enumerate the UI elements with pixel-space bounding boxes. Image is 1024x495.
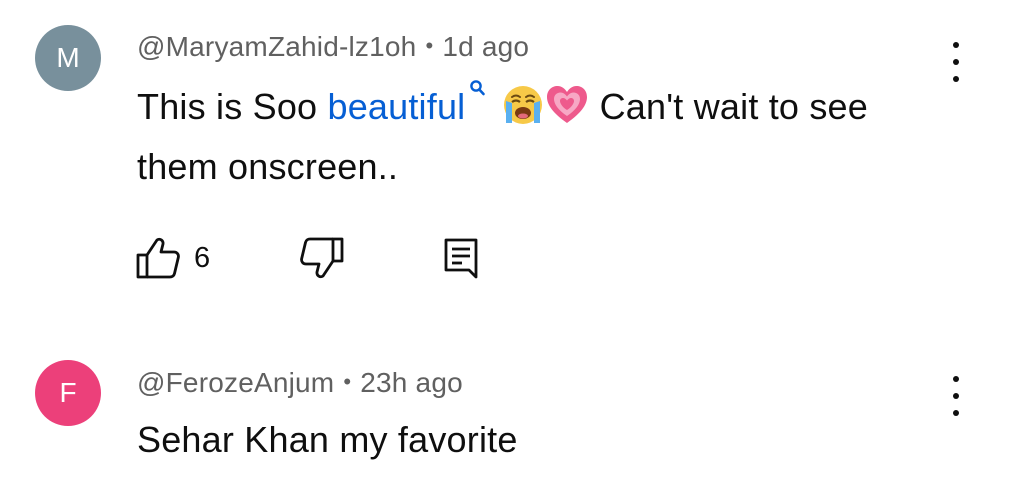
avatar[interactable]: F (35, 360, 101, 426)
reply-icon[interactable] (441, 236, 481, 280)
search-link[interactable]: beautiful (327, 86, 465, 127)
avatar-letter: F (59, 377, 77, 408)
avatar-letter: M (56, 42, 80, 73)
separator-dot: • (343, 369, 352, 394)
comment-text-part: Can't wait to see (589, 86, 869, 127)
comment-text-part: This is Soo (137, 86, 328, 127)
like-count: 6 (194, 242, 211, 274)
comment-text: This is Soo beautiful Can't wait to see t… (137, 77, 967, 197)
growing-heart-icon (547, 86, 588, 123)
author-name[interactable]: @MaryamZahid-lz1oh (137, 31, 416, 62)
avatar[interactable]: M (35, 25, 101, 91)
kebab-menu-icon[interactable] (946, 42, 966, 82)
like-icon[interactable] (135, 236, 181, 280)
comment-time[interactable]: 1d ago (442, 31, 529, 62)
author-name[interactable]: @FerozeAnjum (137, 367, 334, 398)
comment-text-part: them onscreen.. (137, 146, 399, 187)
comment-text-part: Sehar Khan my favorite (137, 419, 518, 460)
comments-page: M @MaryamZahid-lz1oh • 1d ago This is Soo … (0, 0, 1024, 495)
comment-text: Sehar Khan my favorite (137, 410, 967, 470)
comment-time[interactable]: 23h ago (360, 367, 463, 398)
search-icon[interactable] (469, 79, 487, 101)
loudly-crying-face-icon (504, 86, 543, 124)
dislike-icon[interactable] (299, 236, 345, 280)
comment-header: @MaryamZahid-lz1oh • 1d ago (137, 31, 529, 63)
separator-dot: • (425, 33, 434, 58)
comment-header: @FerozeAnjum • 23h ago (137, 367, 463, 399)
